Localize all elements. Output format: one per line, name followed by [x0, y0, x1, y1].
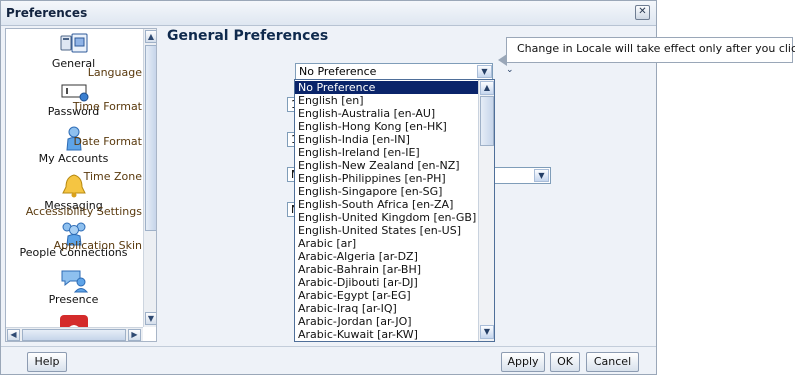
- language-option[interactable]: English-South Africa [en-ZA]: [295, 198, 481, 211]
- time-zone-select-end[interactable]: ▼: [493, 167, 551, 184]
- language-option[interactable]: English [en]: [295, 94, 481, 107]
- scroll-down-icon[interactable]: ▼: [145, 312, 156, 325]
- scroll-up-icon[interactable]: ▲: [145, 30, 156, 43]
- sidebar-item-label: My Accounts: [38, 152, 109, 165]
- dialog-title: Preferences: [6, 6, 88, 20]
- cancel-button[interactable]: Cancel: [586, 352, 639, 372]
- sidebar-item-presence[interactable]: Presence: [6, 267, 141, 306]
- language-option[interactable]: Arabic [ar]: [295, 237, 481, 250]
- language-option[interactable]: Arabic-Djibouti [ar-DJ]: [295, 276, 481, 289]
- application-skin-label: Application Skin: [53, 239, 142, 252]
- sidebar-horizontal-scrollbar[interactable]: ◀ ▶: [6, 327, 143, 341]
- language-select[interactable]: No Preference ▼: [295, 63, 493, 80]
- locale-tooltip: Change in Locale will take effect only a…: [498, 37, 795, 66]
- dialog-titlebar: Preferences ✕: [1, 1, 656, 26]
- language-option[interactable]: English-Singapore [en-SG]: [295, 185, 481, 198]
- time-format-label: Time Format: [72, 100, 142, 113]
- language-option[interactable]: English-India [en-IN]: [295, 133, 481, 146]
- chevron-down-icon[interactable]: ▼: [534, 169, 549, 182]
- language-option[interactable]: English-United Kingdom [en-GB]: [295, 211, 481, 224]
- scroll-thumb[interactable]: [22, 329, 126, 341]
- language-option[interactable]: English-Ireland [en-IE]: [295, 146, 481, 159]
- language-option[interactable]: English-Philippines [en-PH]: [295, 172, 481, 185]
- dropdown-scrollbar[interactable]: ▲ ▼: [478, 80, 494, 341]
- chevron-down-icon: ⌄: [506, 65, 514, 75]
- close-icon[interactable]: ✕: [635, 5, 650, 20]
- accessibility-settings-label: Accessibility Settings: [25, 205, 142, 218]
- general-settings-icon: [58, 31, 90, 57]
- language-option[interactable]: Arabic-Iraq [ar-IQ]: [295, 302, 481, 315]
- language-option[interactable]: English-Hong Kong [en-HK]: [295, 120, 481, 133]
- language-dropdown-list[interactable]: No Preference English [en] English-Austral…: [294, 79, 495, 342]
- page-title: General Preferences: [167, 28, 329, 44]
- language-option[interactable]: Arabic-Algeria [ar-DZ]: [295, 250, 481, 263]
- presence-icon: [58, 267, 90, 293]
- language-option[interactable]: Arabic-Kuwait [ar-KW]: [295, 328, 481, 341]
- language-option-selected[interactable]: No Preference: [295, 81, 481, 94]
- time-zone-label: Time Zone: [83, 170, 142, 183]
- footer-divider: [1, 346, 656, 347]
- help-button[interactable]: Help: [27, 352, 67, 372]
- scroll-down-icon[interactable]: ▼: [480, 325, 494, 339]
- scroll-thumb[interactable]: [480, 96, 494, 146]
- scroll-thumb[interactable]: [145, 45, 156, 231]
- language-option[interactable]: Arabic-Bahrain [ar-BH]: [295, 263, 481, 276]
- scroll-up-icon[interactable]: ▲: [480, 81, 494, 95]
- ok-button[interactable]: OK: [550, 352, 580, 372]
- sidebar-vertical-scrollbar[interactable]: ▲ ▼: [143, 29, 156, 327]
- language-option[interactable]: English-United States [en-US]: [295, 224, 481, 237]
- scroll-right-icon[interactable]: ▶: [128, 329, 141, 341]
- language-option[interactable]: English-Australia [en-AU]: [295, 107, 481, 120]
- language-option[interactable]: English-New Zealand [en-NZ]: [295, 159, 481, 172]
- apply-button[interactable]: Apply: [501, 352, 545, 372]
- language-label: Language: [87, 66, 142, 79]
- chevron-down-icon[interactable]: ▼: [477, 65, 492, 78]
- sidebar-item-label: Presence: [48, 293, 99, 306]
- scroll-left-icon[interactable]: ◀: [7, 329, 20, 341]
- date-format-label: Date Format: [73, 135, 142, 148]
- language-option[interactable]: Arabic-Egypt [ar-EG]: [295, 289, 481, 302]
- sidebar-item-general[interactable]: General: [6, 31, 141, 70]
- language-option[interactable]: Arabic-Jordan [ar-JO]: [295, 315, 481, 328]
- language-selected-value: No Preference: [299, 65, 377, 78]
